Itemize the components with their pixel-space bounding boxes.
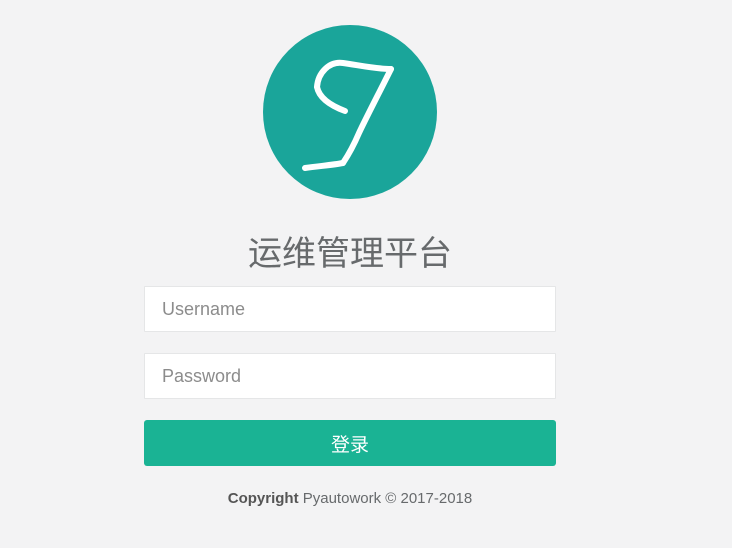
copyright-label: Copyright bbox=[227, 490, 299, 507]
logo-letter-icon bbox=[302, 59, 394, 171]
username-input[interactable] bbox=[144, 286, 556, 332]
copyright-text: Pyautowork © 2017-2018 bbox=[298, 490, 473, 507]
copyright-footer: Copyright Pyautowork © 2017-2018 bbox=[0, 490, 700, 507]
password-input[interactable] bbox=[144, 353, 556, 399]
login-button[interactable]: 登录 bbox=[144, 420, 556, 466]
app-logo bbox=[263, 25, 437, 199]
page-title: 运维管理平台 bbox=[248, 234, 452, 274]
